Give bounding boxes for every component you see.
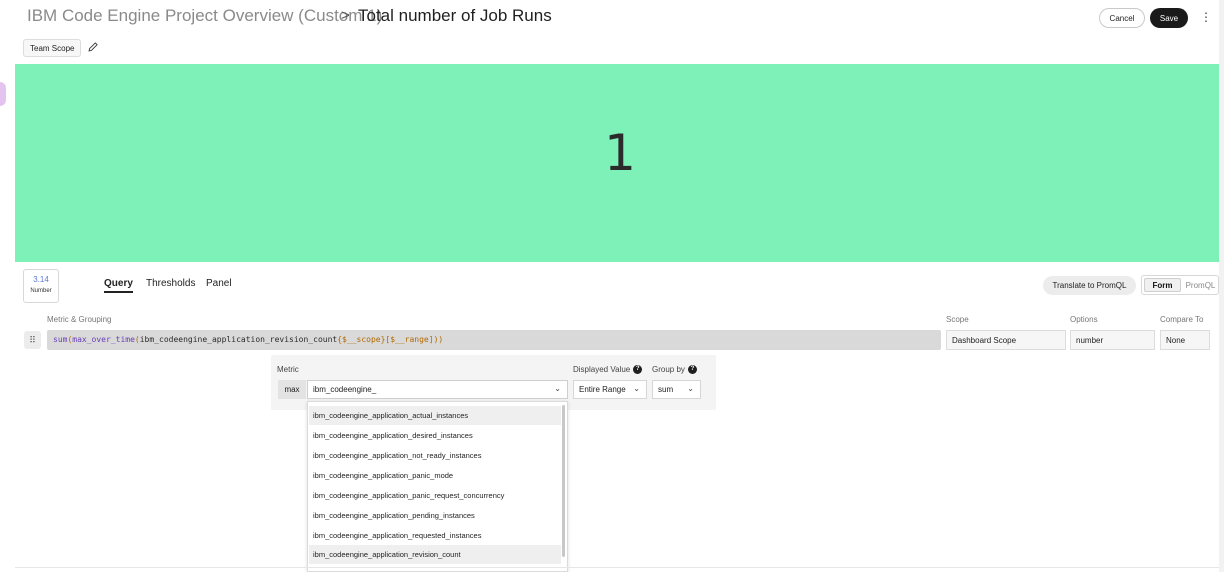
mode-promql-option[interactable]: PromQL [1183, 276, 1218, 294]
help-icon[interactable]: ? [687, 365, 697, 375]
drag-handle-icon[interactable]: ⠿ [24, 331, 41, 349]
list-item[interactable]: ibm_codeengine_application_desired_insta… [309, 426, 561, 445]
query-fn-sum: sum [53, 335, 68, 344]
list-item[interactable]: ibm_codeengine_application_requested_ins… [309, 526, 561, 545]
divider [15, 567, 1219, 568]
mode-toggle: Form PromQL [1141, 275, 1219, 295]
tab-panel[interactable]: Panel [206, 278, 232, 289]
side-indicator [0, 82, 6, 106]
breadcrumb-parent-title[interactable]: IBM Code Engine Project Overview (Custom… [27, 6, 382, 26]
page-title: Total number of Job Runs [358, 6, 552, 25]
metric-search-input[interactable]: ibm_codeengine_ ⌄ [307, 380, 568, 399]
compare-to-label: Compare To [1160, 315, 1204, 324]
panel-value: 1 [604, 124, 636, 182]
scope-field[interactable]: Dashboard Scope [946, 330, 1066, 350]
query-fn-max-over-time: max_over_time [72, 335, 135, 344]
pencil-icon[interactable] [87, 41, 99, 53]
kebab-icon[interactable]: ⋮ [1200, 10, 1212, 26]
breadcrumb-separator: > [341, 7, 350, 24]
chevron-down-icon[interactable]: ⌄ [554, 384, 561, 393]
list-item[interactable]: ibm_codeengine_application_pending_insta… [309, 506, 561, 525]
displayed-value-select[interactable]: Entire Range ⌄ [573, 380, 647, 399]
displayed-value-label: Displayed Value? [573, 365, 643, 375]
list-item[interactable]: ibm_codeengine_application_revision_coun… [309, 545, 561, 564]
viz-type-selector[interactable]: 3.14 Number [23, 269, 59, 303]
tab-thresholds[interactable]: Thresholds [146, 278, 195, 289]
save-button[interactable]: Save [1150, 8, 1188, 28]
header: IBM Code Engine Project Overview (Custom… [0, 0, 1224, 36]
compare-to-field[interactable]: None [1160, 330, 1210, 350]
list-item[interactable]: ibm_codeengine_application_panic_mode [309, 466, 561, 485]
tab-query[interactable]: Query [104, 278, 133, 293]
list-item[interactable]: ibm_codeengine_application_panic_request… [309, 486, 561, 505]
cancel-button[interactable]: Cancel [1099, 8, 1145, 28]
mode-form-option[interactable]: Form [1144, 278, 1181, 292]
metric-suggestions-dropdown: ibm_codeengine_application_actual_instan… [307, 401, 568, 572]
list-item[interactable]: ibm_codeengine_application_actual_instan… [309, 406, 561, 425]
team-scope-chip[interactable]: Team Scope [23, 39, 82, 57]
group-by-label: Group by? [652, 365, 697, 375]
query-scope-var: $__scope [342, 335, 381, 344]
query-expression[interactable]: sum(max_over_time(ibm_codeengine_applica… [47, 330, 941, 350]
page-scrollbar[interactable] [1219, 0, 1224, 572]
scope-label: Scope [946, 315, 969, 324]
list-item[interactable]: ibm_codeengine_application_not_ready_ins… [309, 446, 561, 465]
group-by-select[interactable]: sum ⌄ [652, 380, 701, 399]
options-label: Options [1070, 315, 1098, 324]
viz-type-label: Number [30, 288, 52, 294]
metric-label: Metric [277, 365, 299, 374]
dropdown-scrollbar[interactable] [562, 405, 565, 557]
options-field[interactable]: number [1070, 330, 1155, 350]
query-range-var: $__range [390, 335, 429, 344]
aggregation-chip[interactable]: max [278, 380, 306, 399]
metric-grouping-label: Metric & Grouping [47, 315, 112, 324]
viz-type-number: 3.14 [33, 275, 49, 284]
number-panel-preview: 1 [15, 64, 1219, 262]
help-icon[interactable]: ? [633, 365, 643, 375]
query-metric: ibm_codeengine_application_revision_coun… [139, 335, 338, 344]
translate-to-promql-button[interactable]: Translate to PromQL [1043, 276, 1136, 295]
chevron-down-icon: ⌄ [633, 384, 640, 393]
chevron-down-icon: ⌄ [687, 384, 694, 393]
